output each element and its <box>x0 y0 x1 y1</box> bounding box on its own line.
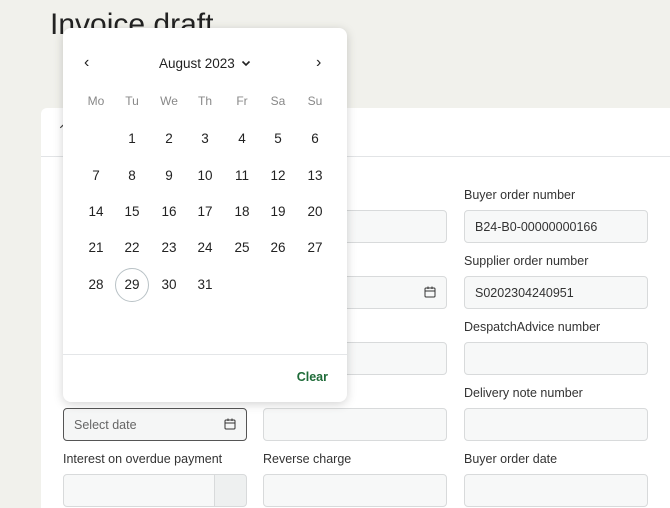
day-16[interactable]: 16 <box>152 195 186 229</box>
buyer-order-date-input[interactable] <box>464 474 648 507</box>
day-9[interactable]: 9 <box>152 159 186 193</box>
reverse-charge-input[interactable] <box>263 474 447 507</box>
despatch-advice-number-input[interactable] <box>464 342 648 375</box>
day-14[interactable]: 14 <box>79 195 113 229</box>
month-select[interactable]: August 2023 <box>159 56 251 71</box>
day-30[interactable]: 30 <box>152 268 186 302</box>
despatch-advice-number-label: DespatchAdvice number <box>464 320 601 334</box>
delivery-note-number-label: Delivery note number <box>464 386 583 400</box>
weekday-header: Su <box>307 94 323 108</box>
clear-button[interactable]: Clear <box>297 370 328 384</box>
calendar-icon[interactable] <box>424 286 436 298</box>
day-18[interactable]: 18 <box>225 195 259 229</box>
day-4[interactable]: 4 <box>225 122 259 156</box>
popover-divider <box>63 354 347 355</box>
supplier-order-number-label: Supplier order number <box>464 254 589 268</box>
day-27[interactable]: 27 <box>298 231 332 265</box>
day-8[interactable]: 8 <box>115 159 149 193</box>
day-19[interactable]: 19 <box>261 195 295 229</box>
buyer-order-date-label: Buyer order date <box>464 452 558 466</box>
day-10[interactable]: 10 <box>188 159 222 193</box>
weekday-header: Fr <box>236 94 248 108</box>
chevron-down-icon <box>241 60 250 67</box>
next-month-button[interactable]: › <box>316 54 321 72</box>
day-20[interactable]: 20 <box>298 195 332 229</box>
day-25[interactable]: 25 <box>225 231 259 265</box>
weekday-header: We <box>160 94 178 108</box>
interest-label: Interest on overdue payment <box>63 452 223 466</box>
prev-month-button[interactable]: ‹ <box>84 54 89 72</box>
day-6[interactable]: 6 <box>298 122 332 156</box>
supplier-order-number-input[interactable]: S020230424095​1 <box>464 276 648 309</box>
day-1[interactable]: 1 <box>115 122 149 156</box>
day-22[interactable]: 22 <box>115 231 149 265</box>
day-3[interactable]: 3 <box>188 122 222 156</box>
day-28[interactable]: 28 <box>79 268 113 302</box>
month-label: August 2023 <box>159 56 235 71</box>
datepicker-popover: ‹ August 2023 › Clear Mo Tu We Th Fr Sa Su 1 2 3 4… <box>63 28 347 402</box>
day-29[interactable]: 29 <box>115 268 149 302</box>
date-input[interactable]: Select date <box>63 408 247 441</box>
day-2[interactable]: 2 <box>152 122 186 156</box>
weekday-header: Mo <box>87 94 105 108</box>
weekday-header: Sa <box>270 94 286 108</box>
weekday-header: Th <box>197 94 212 108</box>
day-26[interactable]: 26 <box>261 231 295 265</box>
buyer-order-number-input[interactable]: B24-B0-00000000166 <box>464 210 648 243</box>
delivery-note-number-input[interactable] <box>464 408 648 441</box>
middle-input-4[interactable] <box>263 408 447 441</box>
day-12[interactable]: 12 <box>261 159 295 193</box>
interest-addon <box>214 474 247 507</box>
day-13[interactable]: 13 <box>298 159 332 193</box>
day-21[interactable]: 21 <box>79 231 113 265</box>
day-7[interactable]: 7 <box>79 159 113 193</box>
calendar-icon[interactable] <box>224 418 236 430</box>
interest-input[interactable] <box>63 474 215 507</box>
day-31[interactable]: 31 <box>188 268 222 302</box>
day-15[interactable]: 15 <box>115 195 149 229</box>
reverse-charge-label: Reverse charge <box>263 452 352 466</box>
weekday-header: Tu <box>125 94 139 108</box>
buyer-order-number-label: Buyer order number <box>464 188 576 202</box>
day-24[interactable]: 24 <box>188 231 222 265</box>
date-input-placeholder: Select date <box>74 417 137 432</box>
day-17[interactable]: 17 <box>188 195 222 229</box>
day-5[interactable]: 5 <box>261 122 295 156</box>
day-11[interactable]: 11 <box>225 159 259 193</box>
day-23[interactable]: 23 <box>152 231 186 265</box>
